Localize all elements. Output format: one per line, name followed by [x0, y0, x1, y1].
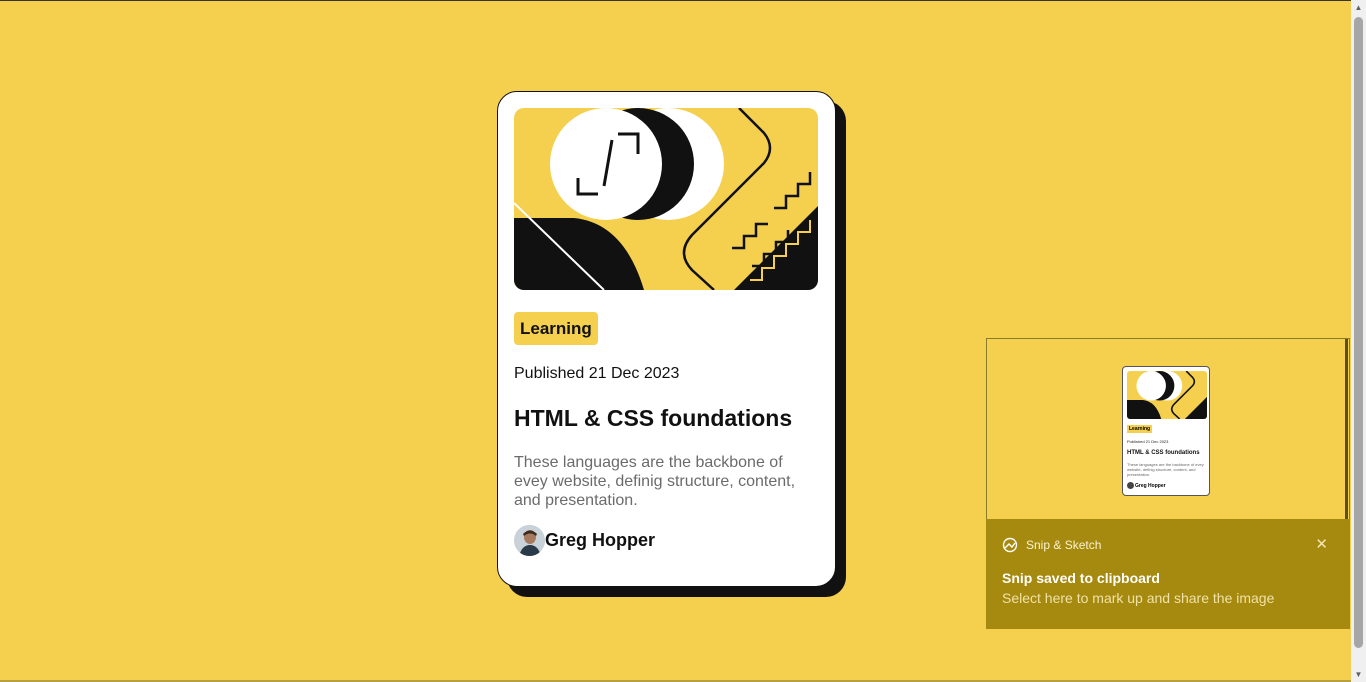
vertical-scrollbar[interactable]: ▲ ▼ [1351, 0, 1366, 682]
preview-illustration [1127, 371, 1207, 419]
avatar [514, 525, 545, 556]
preview-card: Learning Published 21 Dec 2023 HTML & CS… [1122, 366, 1210, 496]
notification-message: Select here to mark up and share the ima… [1002, 590, 1275, 606]
author-name: Greg Hopper [545, 530, 656, 550]
preview-author: Greg Hopper [1127, 482, 1166, 489]
snip-notification[interactable]: Snip & Sketch ✕ Snip saved to clipboard … [986, 519, 1350, 629]
blog-preview-card: Learning Published 21 Dec 2023 HTML & CS… [497, 91, 836, 587]
notification-app-name: Snip & Sketch [1026, 538, 1102, 552]
close-icon[interactable]: ✕ [1315, 535, 1328, 553]
notification-app: Snip & Sketch [1002, 537, 1101, 553]
preview-tag: Learning [1127, 425, 1153, 433]
notification-title: Snip saved to clipboard [1002, 570, 1160, 586]
card-title[interactable]: HTML & CSS foundations [514, 405, 792, 432]
published-date: Published 21 Dec 2023 [514, 365, 680, 382]
arrow-up-icon[interactable]: ▲ [1351, 0, 1366, 15]
snip-sketch-icon [1002, 537, 1018, 553]
preview-title: HTML & CSS foundations [1127, 450, 1200, 456]
preview-avatar [1127, 482, 1134, 489]
illustration-article [514, 108, 818, 290]
preview-description: These languages are the backbone of evey… [1127, 462, 1204, 477]
notification-preview[interactable]: Learning Published 21 Dec 2023 HTML & CS… [986, 338, 1350, 520]
scroll-thumb[interactable] [1354, 17, 1363, 648]
preview-author-name: Greg Hopper [1135, 482, 1166, 489]
category-tag: Learning [514, 312, 598, 345]
arrow-down-icon[interactable]: ▼ [1351, 667, 1366, 682]
preview-edge [1345, 339, 1348, 520]
preview-date: Published 21 Dec 2023 [1127, 439, 1169, 444]
author: Greg Hopper [514, 525, 655, 556]
card-description: These languages are the backbone of evey… [514, 454, 796, 509]
